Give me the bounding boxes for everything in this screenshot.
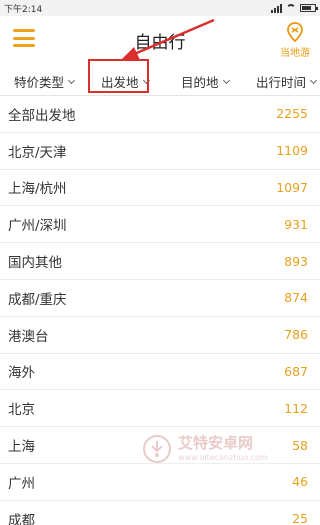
filter-bar: 特价类型 出发地 目的地 出行时间 xyxy=(0,64,320,96)
departure-list-item[interactable]: 上海 58 xyxy=(0,427,320,464)
filter-special-type[interactable]: 特价类型 xyxy=(14,72,76,91)
wifi-icon xyxy=(286,4,296,12)
departure-list: 全部出发地 2255 北京/天津 1109 上海/杭州 1097 广州/深圳 931 国内其他 8… xyxy=(0,96,320,525)
departure-list-item[interactable]: 国内其他 893 xyxy=(0,243,320,280)
departure-count: 1109 xyxy=(276,143,308,159)
menu-icon[interactable] xyxy=(13,29,35,47)
departure-name: 上海 xyxy=(8,439,35,456)
status-icons xyxy=(271,3,318,13)
departure-list-item[interactable]: 成都/重庆 874 xyxy=(0,280,320,317)
page-title: 自由行 xyxy=(134,32,186,53)
departure-list-item[interactable]: 北京 112 xyxy=(0,390,320,428)
status-bar: 下午2:14 xyxy=(0,0,320,16)
chevron-down-icon xyxy=(222,76,230,84)
filter-label: 目的地 xyxy=(181,75,219,90)
departure-list-item[interactable]: 北京/天津 1109 xyxy=(0,133,320,170)
title-bar: 自由行 当地游 xyxy=(0,16,320,64)
battery-icon xyxy=(300,4,318,12)
highlight-box xyxy=(88,59,149,93)
departure-list-item[interactable]: 港澳台 786 xyxy=(0,317,320,354)
departure-name: 港澳台 xyxy=(8,328,49,345)
departure-count: 874 xyxy=(284,290,308,306)
departure-count: 1097 xyxy=(276,179,308,195)
local-tour-button[interactable]: 当地游 xyxy=(280,21,310,59)
departure-count: 2255 xyxy=(276,106,308,122)
filter-travel-time[interactable]: 出行时间 xyxy=(256,72,318,91)
departure-count: 786 xyxy=(284,327,308,343)
departure-list-item[interactable]: 广州 46 xyxy=(0,464,320,501)
departure-name: 上海/杭州 xyxy=(8,181,67,198)
departure-list-item[interactable]: 全部出发地 2255 xyxy=(0,96,320,133)
departure-name: 广州/深圳 xyxy=(8,218,67,235)
signal-icon xyxy=(271,3,282,13)
departure-list-item[interactable]: 成都 25 xyxy=(0,501,320,525)
chevron-down-icon xyxy=(309,76,318,84)
departure-count: 893 xyxy=(284,253,308,269)
departure-name: 广州 xyxy=(8,475,35,492)
departure-count: 25 xyxy=(292,511,308,525)
departure-count: 46 xyxy=(292,474,308,490)
departure-list-item[interactable]: 广州/深圳 931 xyxy=(0,206,320,244)
departure-name: 成都 xyxy=(8,512,35,525)
filter-label: 出行时间 xyxy=(256,75,307,90)
chevron-down-icon xyxy=(67,76,76,84)
local-tour-label: 当地游 xyxy=(280,48,310,59)
departure-name: 北京/天津 xyxy=(8,144,67,161)
departure-count: 112 xyxy=(284,400,308,416)
departure-count: 687 xyxy=(284,363,308,379)
filter-destination[interactable]: 目的地 xyxy=(181,72,230,91)
departure-count: 58 xyxy=(292,437,308,453)
departure-name: 国内其他 xyxy=(8,255,62,272)
status-time: 下午2:14 xyxy=(4,4,43,15)
departure-name: 北京 xyxy=(8,402,35,419)
departure-count: 931 xyxy=(284,216,308,232)
filter-label: 特价类型 xyxy=(14,75,65,90)
departure-name: 全部出发地 xyxy=(8,107,76,124)
departure-name: 成都/重庆 xyxy=(8,291,67,308)
location-pin-icon xyxy=(287,22,303,43)
departure-list-item[interactable]: 上海/杭州 1097 xyxy=(0,170,320,207)
departure-name: 海外 xyxy=(8,365,35,382)
departure-list-item[interactable]: 海外 687 xyxy=(0,354,320,391)
